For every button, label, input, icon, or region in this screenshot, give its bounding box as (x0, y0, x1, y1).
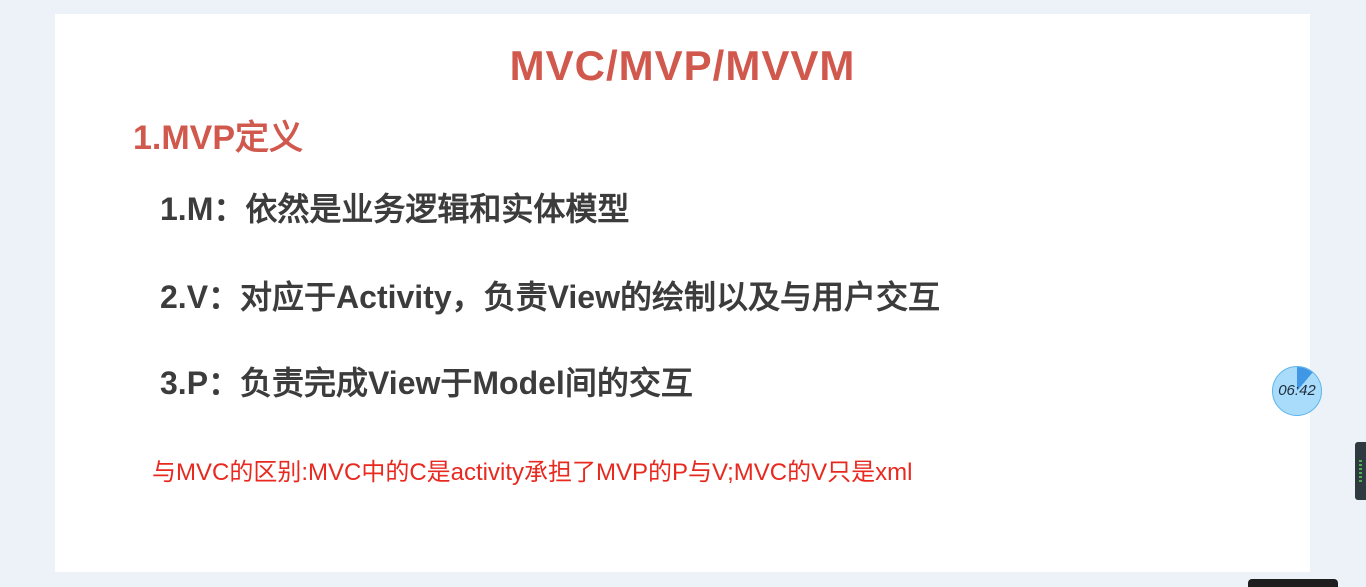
slide-title: MVC/MVP/MVVM (509, 42, 856, 89)
side-panel-handle[interactable] (1355, 442, 1366, 500)
definition-model: 1.M：依然是业务逻辑和实体模型 (160, 191, 630, 227)
floating-timer-button[interactable]: 06:42 (1272, 366, 1322, 416)
definition-presenter: 3.P：负责完成View于Model间的交互 (160, 365, 693, 401)
section-heading: 1.MVP定义 (133, 119, 304, 157)
grip-icon (1359, 460, 1362, 482)
definition-view: 2.V：对应于Activity，负责View的绘制以及与用户交互 (160, 279, 940, 315)
slide-canvas: MVC/MVP/MVVM 1.MVP定义 1.M：依然是业务逻辑和实体模型 2.… (55, 14, 1310, 572)
timer-time-label: 06:42 (1278, 382, 1316, 399)
bottom-toolbar-tab[interactable] (1248, 579, 1338, 587)
annotation-note: 与MVC的区别:MVC中的C是activity承担了MVP的P与V;MVC的V只… (152, 459, 913, 486)
